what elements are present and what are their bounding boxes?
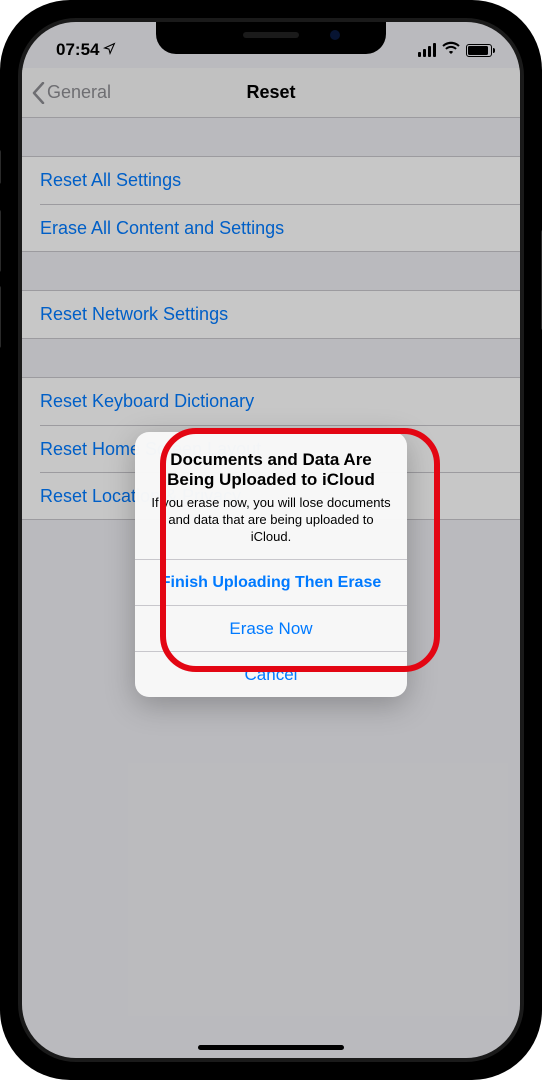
alert-title: Documents and Data Are Being Uploaded to… bbox=[149, 450, 393, 491]
alert-dialog: Documents and Data Are Being Uploaded to… bbox=[135, 432, 407, 697]
screen: 07:54 General bbox=[22, 22, 520, 1058]
erase-now-button[interactable]: Erase Now bbox=[135, 605, 407, 651]
cancel-button[interactable]: Cancel bbox=[135, 651, 407, 697]
device-frame: 07:54 General bbox=[0, 0, 542, 1080]
alert-message: If you erase now, you will lose document… bbox=[149, 495, 393, 546]
finish-uploading-button[interactable]: Finish Uploading Then Erase bbox=[135, 559, 407, 605]
mute-switch[interactable] bbox=[0, 150, 1, 184]
volume-up-button[interactable] bbox=[0, 210, 1, 272]
volume-down-button[interactable] bbox=[0, 286, 1, 348]
